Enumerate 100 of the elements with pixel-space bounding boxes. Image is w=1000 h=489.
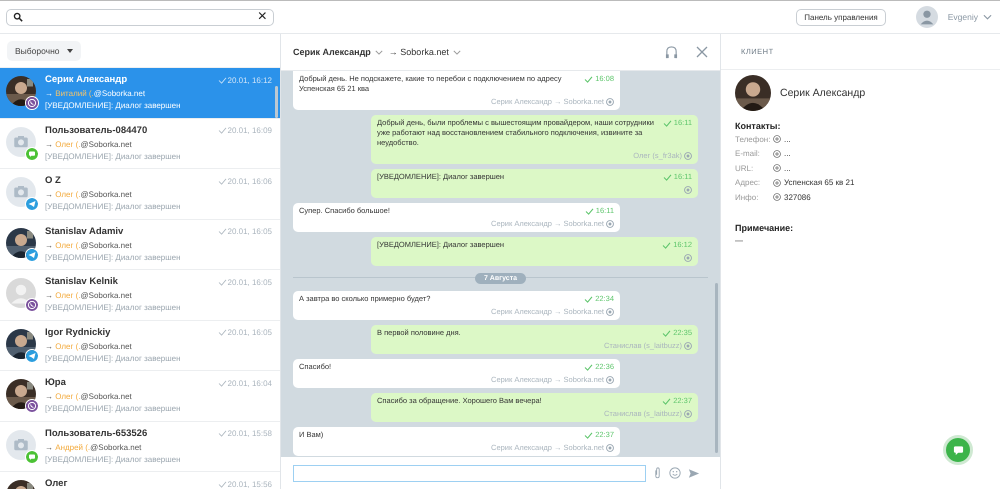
chevron-icon[interactable] xyxy=(983,14,992,20)
field-label: E-mail: xyxy=(735,149,761,158)
plus-icon[interactable] xyxy=(773,164,781,172)
check-icon xyxy=(218,278,227,286)
plus-icon[interactable] xyxy=(773,135,781,144)
field-value: Успенская 65 кв 21 xyxy=(784,178,854,188)
contact-name: Igor Rydnickiy xyxy=(45,326,112,340)
assigned-agent: → Олег (.@Soborka.net xyxy=(45,391,133,403)
section-title: Контакты: xyxy=(735,121,782,131)
field-label: Адрес: xyxy=(735,178,762,188)
contact-name: Пользователь-084470 xyxy=(45,124,148,138)
clear-button[interactable]: × xyxy=(258,10,267,24)
check-icon xyxy=(218,228,227,235)
field-value: ... xyxy=(784,164,791,173)
check-icon xyxy=(218,178,227,184)
headphones-icon[interactable] xyxy=(665,46,678,58)
message-time: 20.01, 16:12 xyxy=(228,76,272,84)
field-value: ... xyxy=(784,149,791,158)
contact-name: Пользователь-653526 xyxy=(45,426,148,440)
assigned-agent: → Олег (.@Soborka.net xyxy=(45,138,133,150)
check-icon xyxy=(218,480,227,488)
check-icon xyxy=(218,329,227,336)
field-value: ... xyxy=(784,134,791,144)
chat-bubble-icon xyxy=(952,444,964,456)
dialog-item[interactable]: Igor Rydnickiy 20.01, 16:05 → Олег (.@Soborka.net [УВЕДОМЛЕНИЕ]: Диалог завершен xyxy=(0,320,280,371)
message-time: 20.01, 16:05 xyxy=(228,278,272,286)
check-icon xyxy=(662,242,672,248)
assigned-agent: → Олег (.@Soborka.net xyxy=(45,290,133,302)
contact-name: O Z xyxy=(45,174,62,188)
smiley-icon[interactable] xyxy=(669,467,681,479)
field-value: 327086 xyxy=(784,192,811,202)
assigned-agent: → Виталий (.@Soborka.net xyxy=(45,88,146,100)
assigned-agent: → Олег (.@Soborka.net xyxy=(45,240,133,252)
contact-name: Stanislav Kelnik xyxy=(45,275,119,289)
contact-name: Юра xyxy=(45,376,67,390)
paper-plane-icon xyxy=(25,248,39,262)
chat-button[interactable] xyxy=(943,435,973,465)
paperclip-icon[interactable] xyxy=(653,467,662,479)
message-input[interactable] xyxy=(293,464,646,482)
last-message: [УВЕДОМЛЕНИЕ]: Диалог завершен xyxy=(45,352,182,364)
field-label: URL: xyxy=(735,164,754,173)
assigned-agent: → Олег (.@Soborka.net xyxy=(45,189,133,201)
chat-target[interactable]: → Soborka.net xyxy=(388,47,449,57)
dialog-item[interactable]: Stanislav Adamiv 20.01, 16:05 → Олег (.@Soborka.net [УВЕДОМЛЕНИЕ]: Диалог завершен xyxy=(0,220,280,270)
check-icon xyxy=(218,430,227,437)
close-icon[interactable] xyxy=(696,46,708,58)
message-time: 20.01, 15:56 xyxy=(228,480,272,488)
note-text: — xyxy=(735,236,744,244)
chevron-icon[interactable] xyxy=(374,50,383,54)
camera-icon xyxy=(6,430,36,460)
plus-icon[interactable] xyxy=(773,150,781,158)
last-message: [УВЕДОМЛЕНИЕ]: Диалог завершен xyxy=(45,150,182,162)
chevron-icon[interactable] xyxy=(452,50,461,54)
message-time: 20.01, 16:09 xyxy=(228,126,272,135)
camera-icon xyxy=(6,126,36,156)
search-field[interactable]: × xyxy=(6,8,274,26)
assigned-agent: → Андрей (.@Soborka.net xyxy=(45,442,142,454)
check-icon xyxy=(584,296,594,302)
dialog-item[interactable]: Stanislav Kelnik 20.01, 16:05 → Олег (.@Soborka.net [УВЕДОМЛЕНИЕ]: Диалог завершен xyxy=(0,270,280,320)
check-icon xyxy=(662,120,672,126)
message-time: 20.01, 16:04 xyxy=(228,378,272,388)
dialog-item[interactable]: Пользователь-653526 20.01, 15:58 → Андрей (.@Soborka.net [УВЕДОМЛЕНИЕ]: Диалог завершен xyxy=(0,422,280,472)
check-icon xyxy=(662,398,672,404)
check-icon xyxy=(218,380,227,386)
message-time: 20.01, 16:06 xyxy=(228,176,272,186)
section-title: Примечание: xyxy=(735,222,794,232)
check-icon xyxy=(662,330,672,336)
last-message: [УВЕДОМЛЕНИЕ]: Диалог завершен xyxy=(45,252,182,262)
chat-bubble-icon xyxy=(25,146,39,160)
paper-plane-icon xyxy=(25,197,39,211)
camera-icon xyxy=(6,177,36,207)
plus-icon[interactable] xyxy=(773,193,781,202)
dialog-item[interactable]: Пользователь-084470 20.01, 16:09 → Олег (.@Soborka.net [УВЕДОМЛЕНИЕ]: Диалог завершен xyxy=(0,118,280,169)
check-icon xyxy=(584,76,594,82)
check-icon xyxy=(662,174,672,180)
plus-icon[interactable] xyxy=(773,178,781,187)
message-time: 20.01, 16:05 xyxy=(228,227,272,236)
check-icon xyxy=(584,208,594,214)
message-time: 20.01, 16:05 xyxy=(228,328,272,337)
check-icon xyxy=(218,127,227,134)
dialog-item[interactable]: Олег 20.01, 15:56 xyxy=(0,472,280,489)
control-panel-button[interactable]: Панель управления xyxy=(796,8,886,26)
dialog-item[interactable]: Юра 20.01, 16:04 → Олег (.@Soborka.net [УВЕДОМЛЕНИЕ]: Диалог завершен xyxy=(0,371,280,422)
send-icon[interactable] xyxy=(688,468,700,478)
check-icon xyxy=(584,432,594,438)
check-icon xyxy=(584,364,594,370)
filter-dropdown[interactable]: Выборочно xyxy=(7,40,80,60)
contact-name: Олег xyxy=(45,477,68,489)
chat-contact-name[interactable]: Серик Александр xyxy=(293,47,371,57)
check-icon xyxy=(218,76,227,84)
caret-icon xyxy=(66,48,72,52)
last-message: [УВЕДОМЛЕНИЕ]: Диалог завершен xyxy=(45,302,182,313)
avatar-icon[interactable] xyxy=(916,6,938,28)
dialog-item[interactable]: O Z 20.01, 16:06 → Олег (.@Soborka.net [УВЕДОМЛЕНИЕ]: Диалог завершен xyxy=(0,169,280,220)
paper-plane-icon xyxy=(25,348,39,362)
field-label: Телефон: xyxy=(735,134,772,144)
last-message: [УВЕДОМЛЕНИЕ]: Диалог завершен xyxy=(45,201,182,212)
client-name: Серик Александр xyxy=(780,87,866,99)
avatar-icon xyxy=(6,278,36,308)
last-message: [УВЕДОМЛЕНИЕ]: Диалог завершен xyxy=(45,454,182,464)
